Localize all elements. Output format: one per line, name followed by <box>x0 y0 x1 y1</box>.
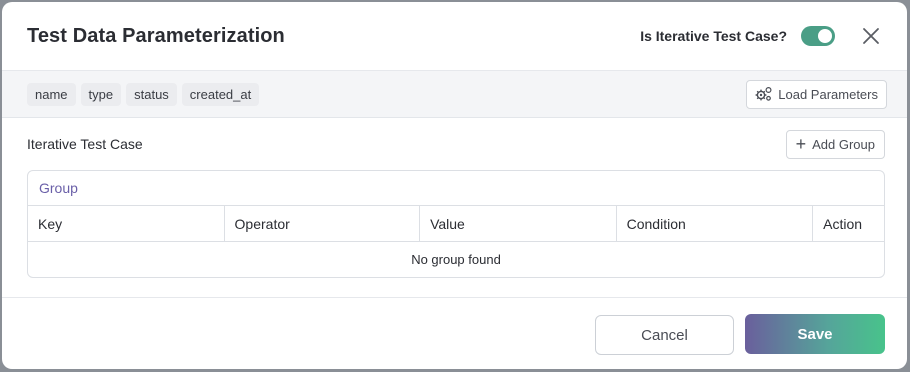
header-controls: Is Iterative Test Case? <box>640 26 881 46</box>
gears-icon <box>755 86 772 101</box>
section-title: Iterative Test Case <box>27 136 143 152</box>
param-chip[interactable]: type <box>80 82 122 106</box>
column-header-key: Key <box>28 206 225 241</box>
save-button[interactable]: Save <box>745 314 885 354</box>
cancel-button[interactable]: Cancel <box>595 315 734 355</box>
add-group-button[interactable]: + Add Group <box>785 129 885 159</box>
load-parameters-button[interactable]: Load Parameters <box>746 79 887 109</box>
iterative-toggle-label: Is Iterative Test Case? <box>640 28 787 44</box>
parameterization-dialog: Test Data Parameterization Is Iterative … <box>2 2 907 369</box>
dialog-header: Test Data Parameterization Is Iterative … <box>2 2 907 71</box>
param-chip[interactable]: created_at <box>181 82 260 106</box>
column-header-action: Action <box>823 215 863 232</box>
table-header-row: Key Operator Value Condition Action <box>28 206 884 242</box>
column-header-operator: Operator <box>225 206 421 241</box>
param-chip[interactable]: status <box>126 82 177 106</box>
section-header: Iterative Test Case + Add Group <box>27 118 885 170</box>
empty-state: No group found <box>411 252 501 267</box>
group-table: Group Key Operator Value Condition Actio… <box>27 170 885 278</box>
column-header-condition: Condition <box>617 206 814 241</box>
column-header-value: Value <box>420 206 617 241</box>
iterative-section: Iterative Test Case + Add Group Group Ke… <box>27 118 885 278</box>
group-title: Group <box>28 171 884 206</box>
plus-icon: + <box>795 134 807 154</box>
iterative-toggle[interactable] <box>801 26 835 46</box>
dialog-title: Test Data Parameterization <box>27 24 285 47</box>
parameters-bar: name type status created_at Load Paramet… <box>2 71 907 118</box>
add-group-label: Add Group <box>812 136 875 152</box>
close-button[interactable] <box>861 26 881 46</box>
dialog-footer: Cancel Save <box>2 297 907 369</box>
close-icon <box>863 28 879 44</box>
load-parameters-label: Load Parameters <box>778 86 878 102</box>
param-chip[interactable]: name <box>27 82 76 106</box>
